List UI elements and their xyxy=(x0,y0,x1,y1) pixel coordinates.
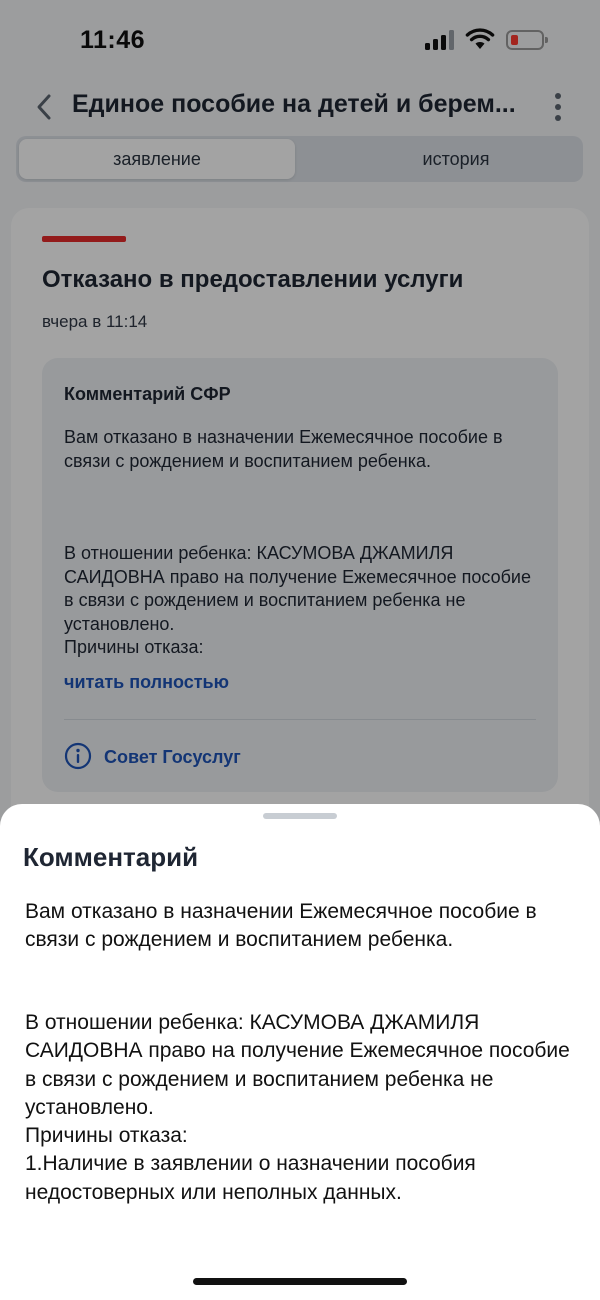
sheet-line: В отношении ребенка: КАСУМОВА ДЖАМИЛЯ СА… xyxy=(25,1011,570,1119)
sheet-title: Комментарий xyxy=(23,842,199,872)
sheet-paragraph-1: Вам отказано в назначении Ежемесячное по… xyxy=(25,900,537,952)
sheet-line: 1.Наличие в заявлении о назначении пособ… xyxy=(25,1152,476,1204)
comment-bottom-sheet: Комментарий Вам отказано в назначении Еж… xyxy=(0,804,600,1300)
home-indicator[interactable] xyxy=(193,1278,407,1285)
sheet-paragraph-2: В отношении ребенка: КАСУМОВА ДЖАМИЛЯ СА… xyxy=(25,1009,580,1207)
sheet-line: Причины отказа: xyxy=(25,1124,188,1148)
sheet-grabber[interactable] xyxy=(263,813,337,819)
